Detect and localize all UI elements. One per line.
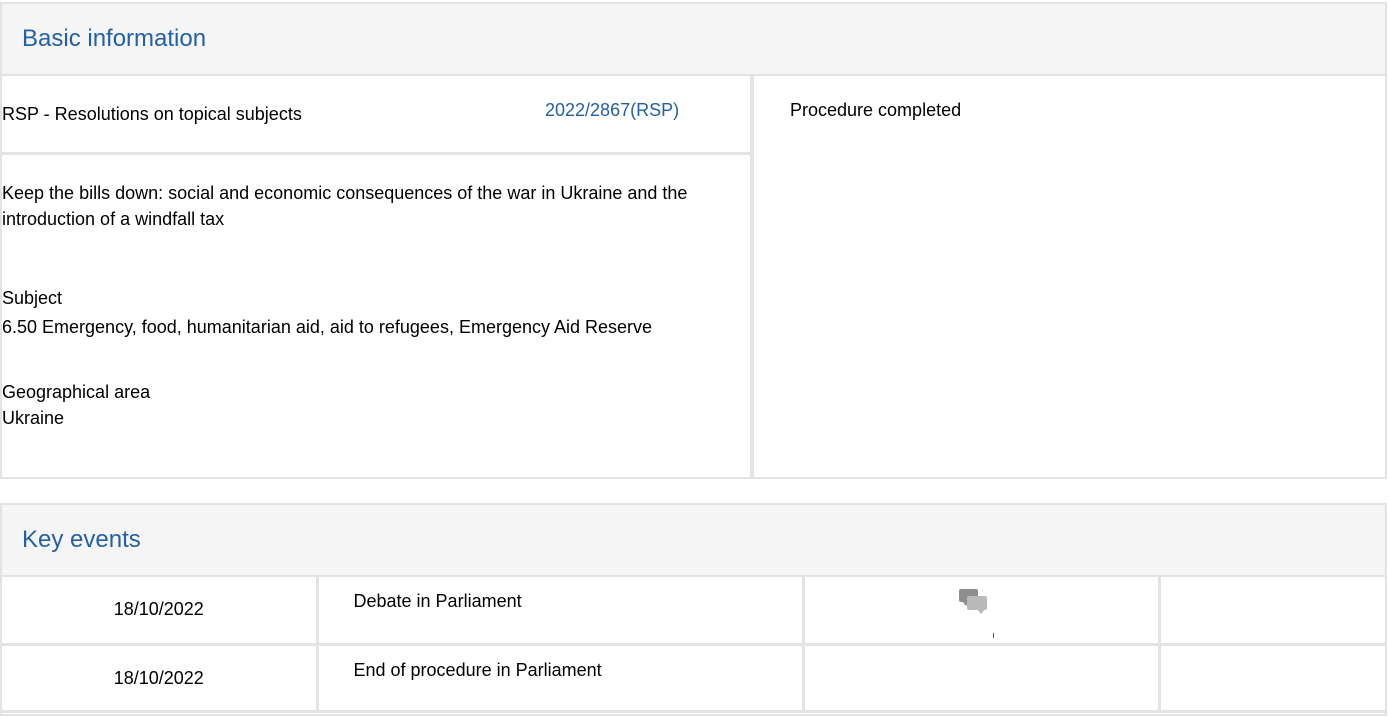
event-description: End of procedure in Parliament: [317, 644, 805, 713]
procedure-status-column: Procedure completed: [750, 76, 1385, 477]
event-document-cell: [803, 644, 1161, 713]
subject-label: Subject: [2, 288, 63, 308]
geographical-area-value: Ukraine: [2, 408, 65, 428]
geographical-area-label: Geographical area: [2, 382, 151, 402]
basic-information-panel: Basic information RSP - Resolutions on t…: [0, 2, 1387, 479]
key-events-panel: Key events 18/10/2022 Debate in Parliame…: [0, 503, 1387, 716]
subject-value: 6.50 Emergency, food, humanitarian aid, …: [2, 317, 653, 337]
debate-link-marker[interactable]: [992, 633, 994, 638]
key-events-header: Key events: [2, 505, 1385, 577]
event-date: 18/10/2022: [2, 644, 319, 713]
event-description: Debate in Parliament: [317, 577, 805, 646]
procedure-details: RSP - Resolutions on topical subjects 20…: [2, 76, 750, 477]
key-events-table: 18/10/2022 Debate in Parliament 18/10/20…: [2, 577, 1385, 713]
key-events-title: Key events: [22, 526, 141, 553]
event-extra-cell: [1159, 644, 1385, 713]
procedure-type-row: RSP - Resolutions on topical subjects 20…: [2, 76, 750, 155]
event-document-cell: [803, 577, 1161, 646]
procedure-reference-link[interactable]: 2022/2867(RSP): [545, 100, 679, 121]
basic-information-title: Basic information: [22, 25, 207, 52]
event-date: 18/10/2022: [2, 577, 319, 646]
key-event-row: 18/10/2022 End of procedure in Parliamen…: [2, 644, 1385, 713]
debate-chat-icon[interactable]: [958, 589, 989, 617]
procedure-type: RSP - Resolutions on topical subjects: [2, 104, 302, 124]
basic-information-header: Basic information: [2, 4, 1385, 76]
key-event-row: 18/10/2022 Debate in Parliament: [2, 577, 1385, 646]
procedure-title: Keep the bills down: social and economic…: [2, 183, 688, 229]
event-extra-cell: [1159, 577, 1385, 646]
procedure-status: Procedure completed: [790, 100, 962, 120]
